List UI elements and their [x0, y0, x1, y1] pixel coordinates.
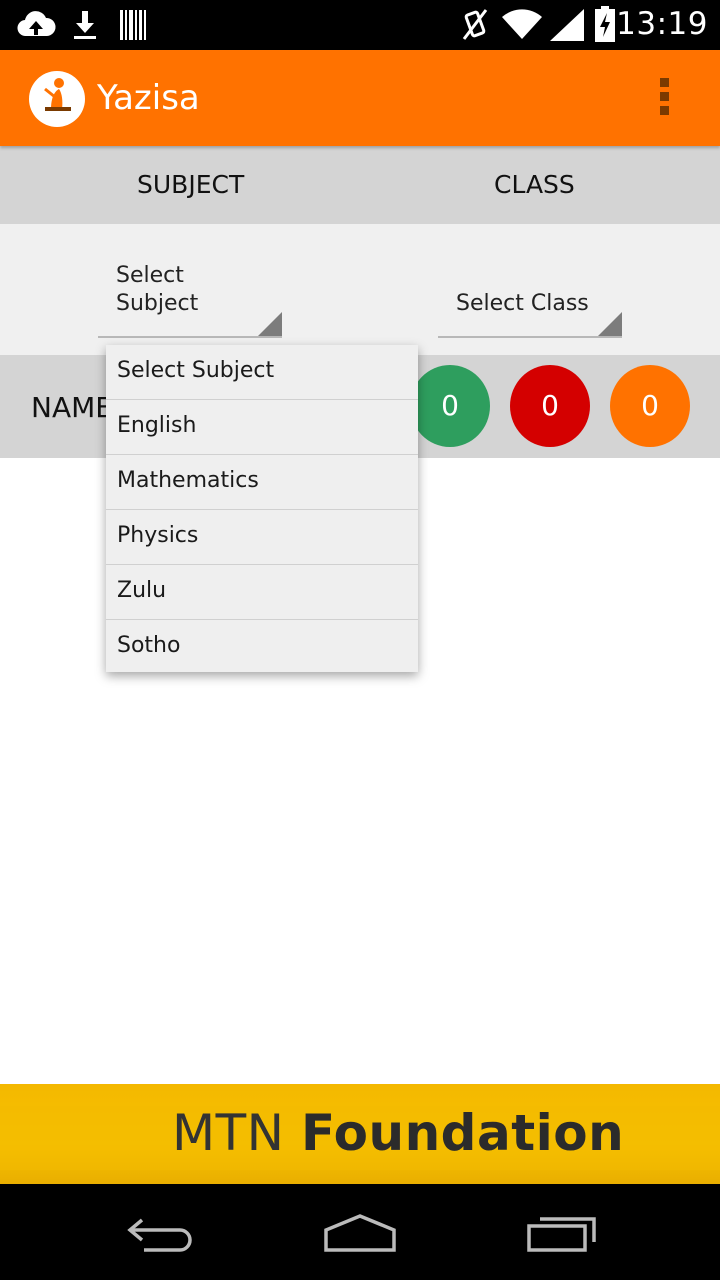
- app-bar: Yazisa: [0, 50, 720, 146]
- vibrate-icon: [462, 9, 488, 40]
- battery-charging-icon: [595, 6, 615, 42]
- recent-apps-icon[interactable]: [526, 1214, 598, 1254]
- red-counter: 0: [510, 365, 590, 447]
- column-header-row: SUBJECT CLASS: [0, 146, 720, 224]
- subject-dropdown-list: Select Subject English Mathematics Physi…: [106, 345, 418, 672]
- status-bar: 13:19: [0, 0, 720, 50]
- dropdown-option[interactable]: Mathematics: [106, 455, 418, 510]
- banner-text: MTN Foundation: [172, 1104, 624, 1162]
- name-label: NAME: [31, 391, 113, 424]
- banner-brand: MTN: [172, 1104, 285, 1162]
- cloud-upload-icon: [17, 11, 56, 37]
- class-header: CLASS: [494, 170, 575, 199]
- banner-word: Foundation: [301, 1104, 625, 1162]
- dropdown-option[interactable]: Select Subject: [106, 345, 418, 400]
- class-spinner-value: Select Class: [456, 291, 589, 316]
- navigation-bar: [0, 1184, 720, 1280]
- dropdown-option[interactable]: English: [106, 400, 418, 455]
- dropdown-option[interactable]: Sotho: [106, 620, 418, 674]
- option-label: Select Subject: [117, 358, 275, 383]
- dropdown-option[interactable]: Zulu: [106, 565, 418, 620]
- wifi-icon: [502, 9, 542, 39]
- selector-row: Select Subject Select Class: [0, 224, 720, 355]
- dropdown-option[interactable]: Physics: [106, 510, 418, 565]
- green-counter: 0: [410, 365, 490, 447]
- subject-spinner[interactable]: Select Subject: [98, 252, 282, 338]
- app-logo: [29, 71, 85, 127]
- status-time: 13:19: [616, 6, 708, 42]
- subject-header: SUBJECT: [137, 170, 245, 199]
- class-spinner[interactable]: Select Class: [438, 252, 622, 338]
- subject-spinner-value: Select Subject: [116, 263, 199, 316]
- option-label: Mathematics: [117, 468, 259, 493]
- option-label: English: [117, 413, 197, 438]
- barcode-icon: [120, 10, 146, 40]
- back-icon[interactable]: [124, 1214, 196, 1254]
- orange-counter: 0: [610, 365, 690, 447]
- yazisa-logo-icon: [44, 78, 71, 111]
- option-label: Physics: [117, 523, 199, 548]
- spinner-arrow-icon: [258, 312, 282, 336]
- app-title: Yazisa: [97, 78, 200, 118]
- option-label: Zulu: [117, 578, 167, 603]
- spinner-arrow-icon: [598, 312, 622, 336]
- overflow-menu-icon[interactable]: [654, 78, 674, 122]
- home-icon[interactable]: [322, 1212, 398, 1254]
- download-icon: [74, 11, 96, 39]
- signal-icon: [550, 9, 584, 41]
- option-label: Sotho: [117, 633, 181, 658]
- mtn-foundation-banner[interactable]: MTN Foundation: [0, 1084, 720, 1184]
